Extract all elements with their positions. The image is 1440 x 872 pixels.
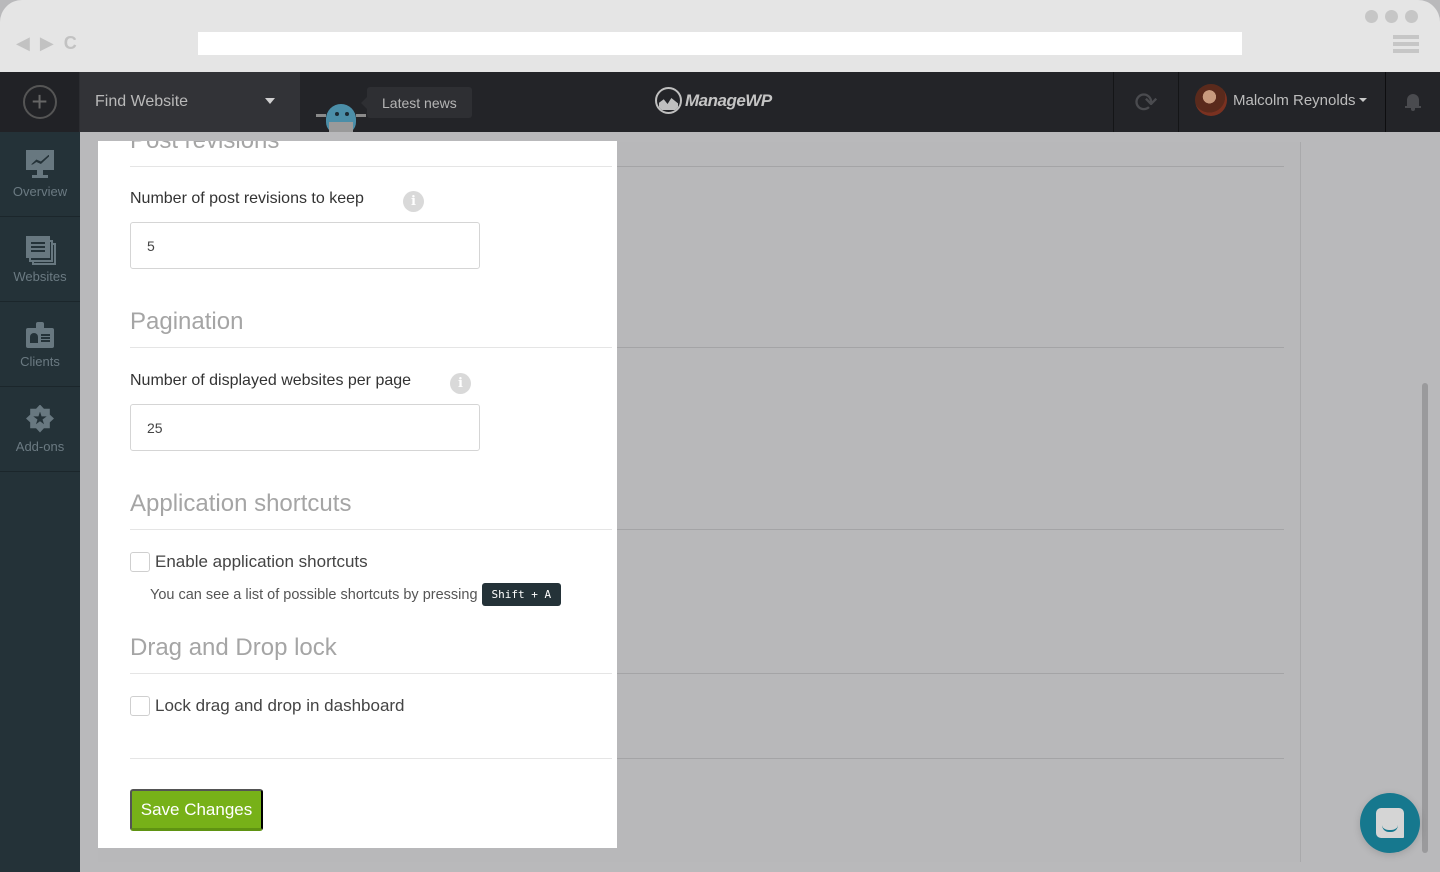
- section-divider: [130, 347, 612, 348]
- divider: [617, 347, 1284, 348]
- chat-bubble-icon: [1376, 808, 1404, 838]
- section-title-post-revisions: Post revisions: [130, 141, 279, 155]
- scrollbar-thumb[interactable]: [1422, 383, 1428, 853]
- reload-icon[interactable]: C: [64, 33, 77, 53]
- sidebar-item-add-ons[interactable]: Add-ons: [0, 387, 80, 472]
- hamburger-menu-icon[interactable]: [1393, 35, 1419, 56]
- section-title-pagination: Pagination: [130, 308, 244, 335]
- sidebar-item-label: Add-ons: [15, 438, 65, 454]
- websites-per-page-input[interactable]: [130, 404, 480, 451]
- lock-drag-drop-label: Lock drag and drop in dashboard: [155, 696, 405, 715]
- user-name: Malcolm Reynolds: [1233, 91, 1356, 109]
- plus-circle-icon: +: [22, 85, 57, 119]
- info-icon[interactable]: i: [403, 191, 424, 212]
- caret-down-icon: [265, 98, 275, 104]
- sidebar-item-label: Websites: [13, 268, 67, 284]
- chat-launcher-button[interactable]: [1360, 793, 1420, 853]
- section-divider: [130, 758, 612, 759]
- find-website-label: Find Website: [95, 93, 189, 110]
- enable-shortcuts-label: Enable application shortcuts: [155, 552, 368, 571]
- lock-drag-drop-checkbox[interactable]: Lock drag and drop in dashboard: [130, 696, 405, 716]
- forward-icon[interactable]: ▶: [40, 33, 54, 53]
- sidebar-item-label: Clients: [20, 353, 60, 369]
- caret-down-icon: [1358, 98, 1367, 102]
- save-changes-button[interactable]: Save Changes: [130, 789, 263, 831]
- section-divider: [130, 673, 612, 674]
- sync-icon: ⟳: [1134, 86, 1158, 118]
- section-title-application-shortcuts: Application shortcuts: [130, 490, 352, 517]
- sidebar: Overview Websites Clients Add-ons: [0, 132, 80, 872]
- address-bar[interactable]: [198, 32, 1242, 55]
- settings-panel: Post revisions Number of post revisions …: [98, 141, 617, 848]
- checkbox[interactable]: [130, 552, 150, 572]
- managewp-logo[interactable]: ManageWP: [655, 87, 772, 114]
- divider: [617, 529, 1284, 530]
- keyboard-shortcut-badge: Shift + A: [481, 583, 562, 606]
- divider: [617, 758, 1284, 759]
- sync-button[interactable]: ⟳: [1113, 72, 1179, 132]
- list-pages-icon: [24, 235, 56, 265]
- post-revisions-label: Number of post revisions to keep: [130, 190, 364, 207]
- app-header: + Find Website Latest news ManageWP ⟳ Ma…: [0, 72, 1440, 132]
- window-dots-icon: [1365, 10, 1418, 23]
- post-revisions-input[interactable]: [130, 222, 480, 269]
- user-menu[interactable]: Malcolm Reynolds: [1195, 84, 1367, 116]
- websites-per-page-label: Number of displayed websites per page: [130, 372, 412, 389]
- shortcuts-hint-text: You can see a list of possible shortcuts…: [150, 586, 478, 603]
- back-icon[interactable]: ◀: [16, 33, 30, 53]
- logo-text: ManageWP: [685, 90, 772, 110]
- sidebar-item-websites[interactable]: Websites: [0, 217, 80, 302]
- divider: [617, 673, 1284, 674]
- checkbox[interactable]: [130, 696, 150, 716]
- sidebar-item-clients[interactable]: Clients: [0, 302, 80, 387]
- avatar: [1195, 84, 1227, 116]
- star-badge-icon: [24, 404, 56, 435]
- logo-mountain-icon: [655, 87, 682, 114]
- section-title-drag-drop-lock: Drag and Drop lock: [130, 634, 337, 661]
- bell-icon: [1405, 93, 1421, 111]
- sidebar-item-overview[interactable]: Overview: [0, 132, 80, 217]
- monitor-chart-icon: [24, 149, 56, 180]
- id-badge-icon: [24, 320, 56, 350]
- latest-news-tooltip[interactable]: Latest news: [361, 87, 472, 118]
- enable-shortcuts-checkbox[interactable]: Enable application shortcuts: [130, 552, 368, 572]
- section-divider: [130, 166, 612, 167]
- divider: [617, 166, 1284, 167]
- find-website-dropdown[interactable]: Find Website: [80, 72, 300, 132]
- browser-nav: ◀ ▶ C: [16, 33, 77, 53]
- info-icon[interactable]: i: [450, 373, 471, 394]
- sidebar-item-label: Overview: [12, 183, 68, 199]
- add-website-button[interactable]: +: [0, 72, 80, 132]
- section-divider: [130, 529, 612, 530]
- browser-chrome: ◀ ▶ C: [0, 0, 1440, 72]
- notifications-button[interactable]: [1385, 72, 1440, 132]
- shortcuts-hint: You can see a list of possible shortcuts…: [150, 583, 562, 606]
